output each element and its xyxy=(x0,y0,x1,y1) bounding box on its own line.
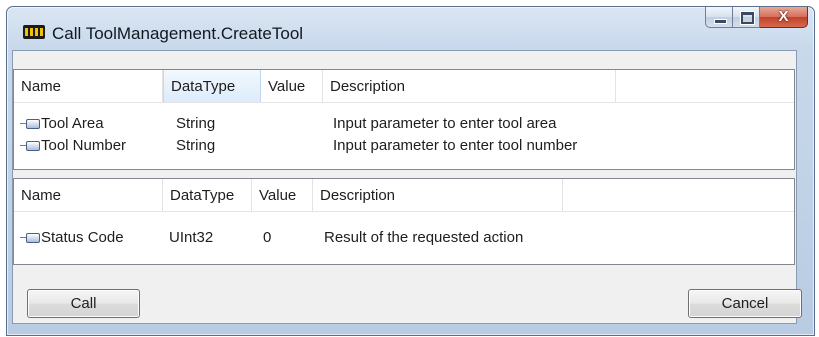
column-header-value[interactable]: Value xyxy=(252,179,313,211)
argument-datatype: String xyxy=(176,137,216,154)
input-arguments-grid[interactable]: Name DataType Value Description Tool Are… xyxy=(13,69,795,170)
close-icon: X xyxy=(778,8,789,25)
minimize-button[interactable] xyxy=(705,7,733,28)
title-bar[interactable]: Call ToolManagement.CreateTool X xyxy=(7,7,814,51)
output-arguments-grid[interactable]: Name DataType Value Description Status C… xyxy=(13,178,795,265)
maximize-button[interactable] xyxy=(733,7,760,28)
column-header-name[interactable]: Name xyxy=(14,179,163,211)
column-header-description[interactable]: Description xyxy=(313,179,563,211)
argument-description: Input parameter to enter tool number xyxy=(333,137,578,154)
column-header-description[interactable]: Description xyxy=(323,70,616,102)
column-header-datatype[interactable]: DataType xyxy=(163,179,252,211)
input-row[interactable]: Tool Number String Input parameter to en… xyxy=(14,135,794,157)
argument-name: Tool Number xyxy=(41,137,127,154)
parameter-icon xyxy=(20,118,40,129)
cancel-button[interactable]: Cancel xyxy=(688,289,802,318)
argument-name-cell: Tool Area xyxy=(20,113,104,135)
argument-datatype: UInt32 xyxy=(169,229,214,246)
column-header-name[interactable]: Name xyxy=(14,70,163,102)
app-logo-icon xyxy=(23,25,45,39)
column-header-value[interactable]: Value xyxy=(261,70,323,102)
argument-description: Result of the requested action xyxy=(324,229,524,246)
argument-name: Status Code xyxy=(41,229,124,246)
close-button[interactable]: X xyxy=(760,7,808,28)
parameter-icon xyxy=(20,140,40,151)
caption-buttons: X xyxy=(705,7,808,29)
column-header-datatype[interactable]: DataType xyxy=(163,70,261,102)
argument-name: Tool Area xyxy=(41,115,104,132)
maximize-icon xyxy=(741,12,754,24)
argument-datatype: String xyxy=(176,115,216,132)
output-row[interactable]: Status Code UInt32 0 Result of the reque… xyxy=(14,227,794,249)
argument-name-cell: Status Code xyxy=(20,227,124,249)
argument-name-cell: Tool Number xyxy=(20,135,126,157)
call-button[interactable]: Call xyxy=(27,289,140,318)
parameter-icon xyxy=(20,232,40,243)
minimize-icon xyxy=(714,19,727,24)
window-title: Call ToolManagement.CreateTool xyxy=(52,24,304,43)
output-grid-header: Name DataType Value Description xyxy=(14,179,794,212)
argument-description: Input parameter to enter tool area xyxy=(333,115,557,132)
input-row[interactable]: Tool Area String Input parameter to ente… xyxy=(14,113,794,135)
input-grid-header: Name DataType Value Description xyxy=(14,70,794,103)
argument-value: 0 xyxy=(263,229,272,246)
